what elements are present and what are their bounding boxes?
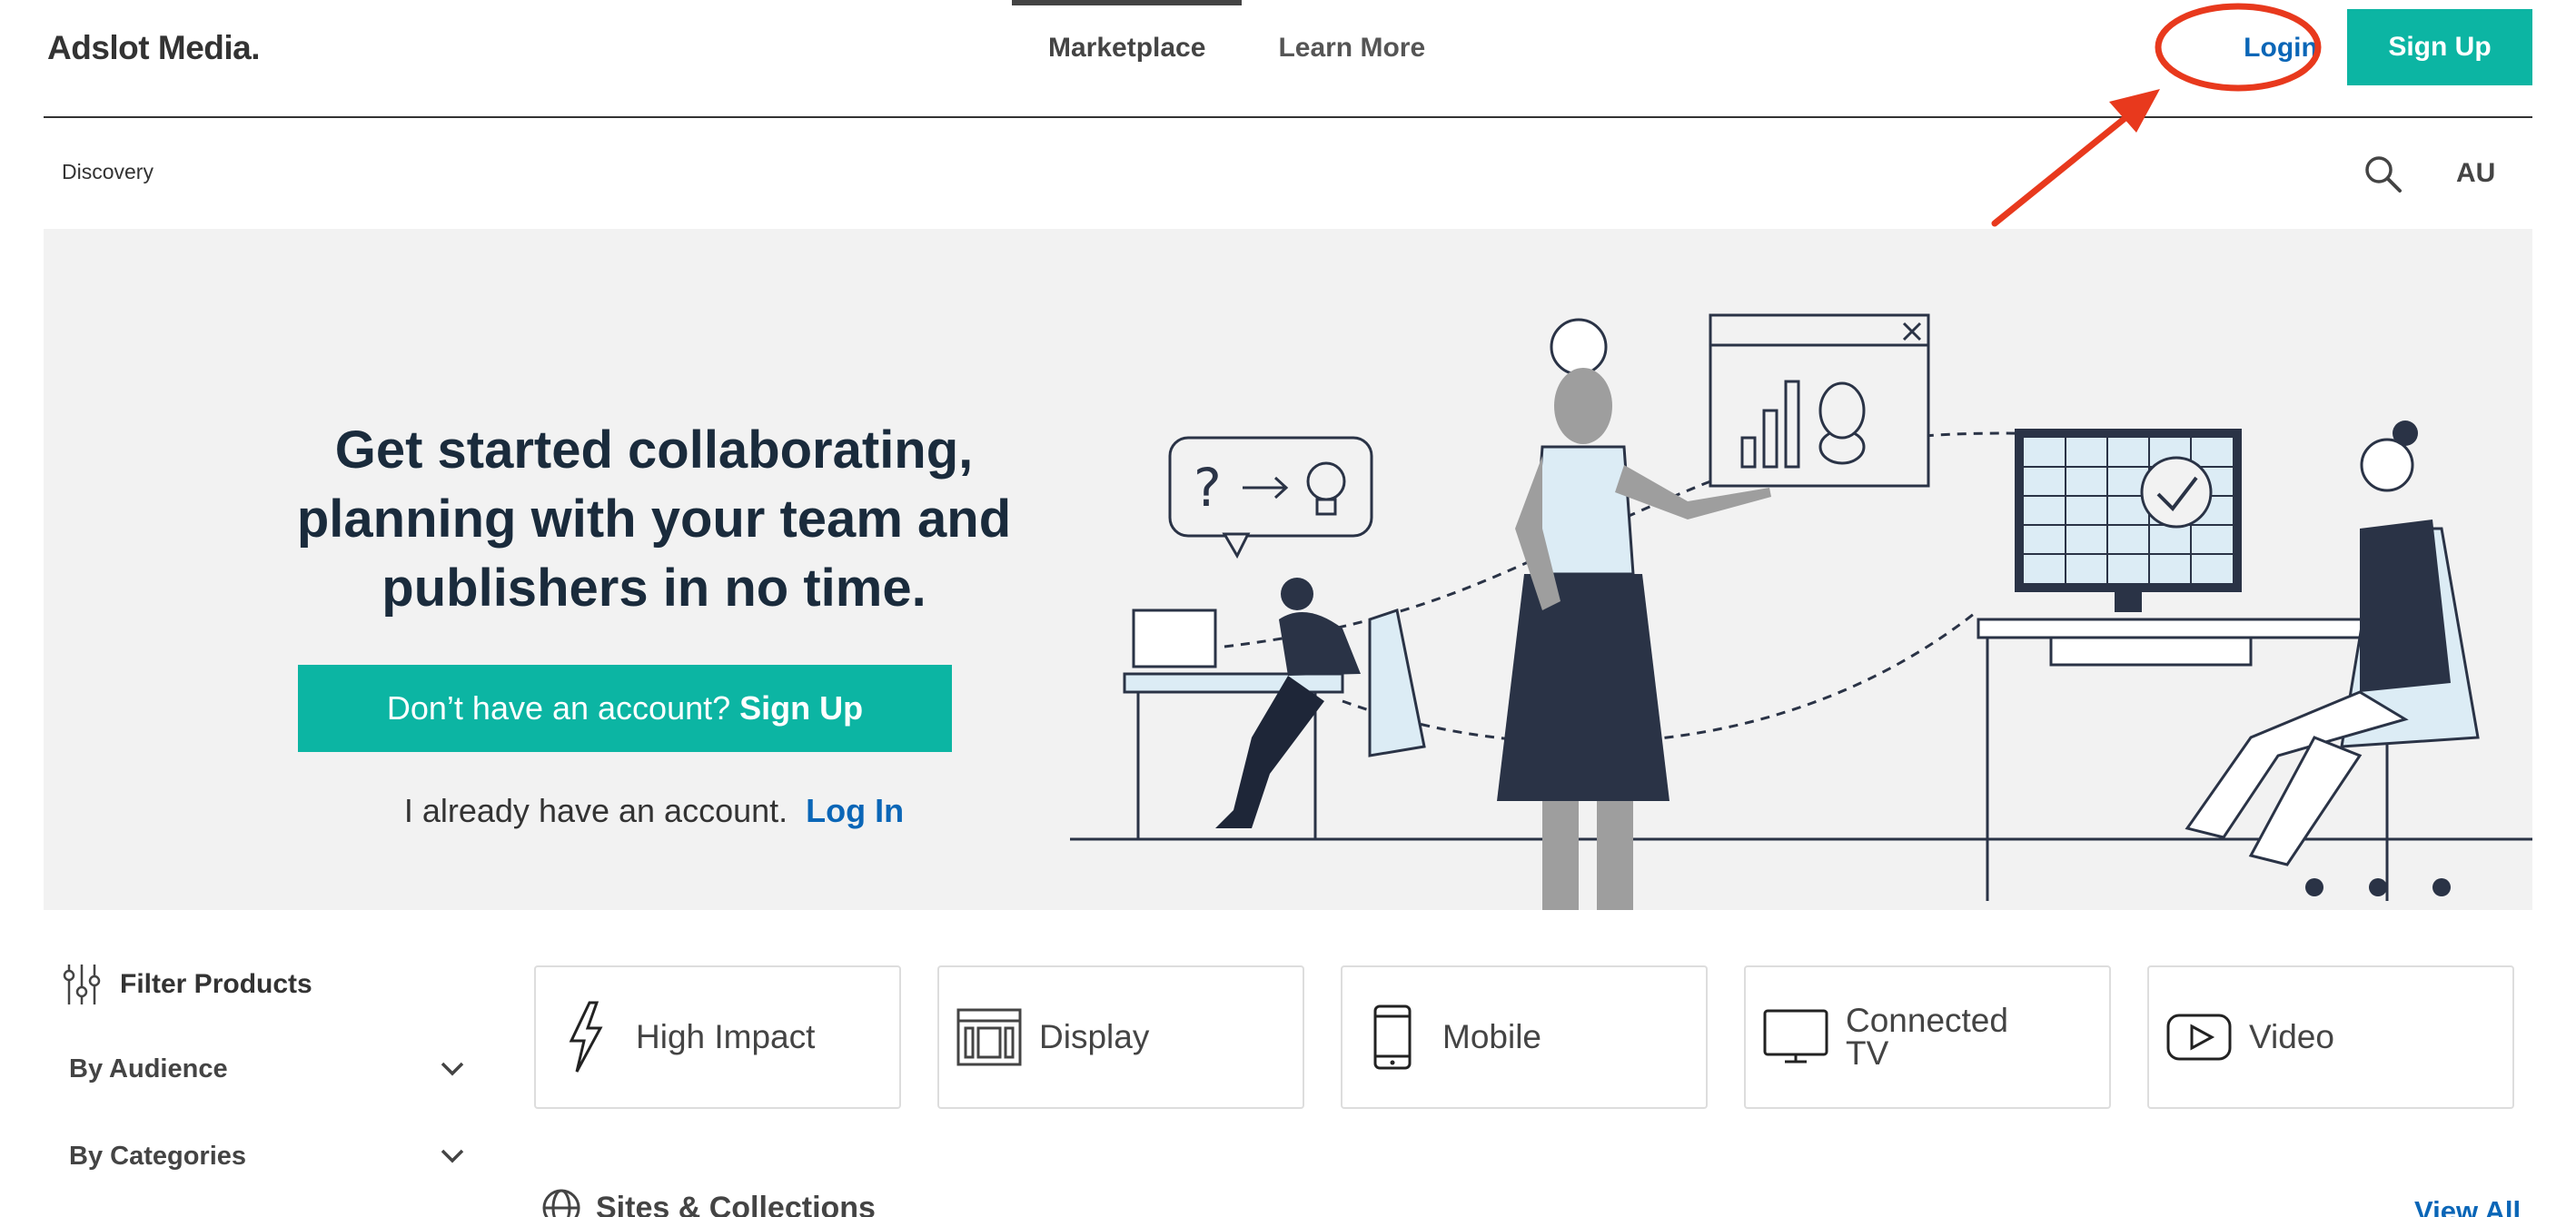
sites-collections-header: Sites & Collections [541,1188,876,1217]
filter-by-audience[interactable]: By Audience [69,1046,465,1092]
nav-learn-more[interactable]: Learn More [1242,0,1461,91]
lightning-icon [536,1001,636,1074]
mobile-phone-icon [1342,1004,1442,1071]
category-card-mobile[interactable]: Mobile [1341,965,1708,1109]
hero-login-link[interactable]: Log In [806,792,904,829]
category-card-high-impact[interactable]: High Impact [534,965,901,1109]
hero-login-line: I already have an account. Log In [245,792,1063,830]
sliders-icon [63,965,101,1004]
hero-login-prefix: I already have an account. [403,792,788,829]
filter-products-header[interactable]: Filter Products [62,963,312,1006]
nav-marketplace[interactable]: Marketplace [1012,0,1243,91]
hero-illustration: ? [1070,313,2532,910]
display-layout-icon [939,1008,1039,1066]
globe-icon [542,1189,580,1217]
category-label: Video [2249,1018,2334,1055]
breadcrumb[interactable]: Discovery [62,160,154,184]
hero-title: Get started collaborating, planning with… [296,421,1012,618]
hero-signup-button[interactable]: Don’t have an account? Sign Up [298,665,952,752]
chevron-down-icon [441,1062,464,1076]
region-selector[interactable]: AU [2456,158,2495,189]
sites-collections-title: Sites & Collections [596,1190,876,1217]
view-all-link[interactable]: View All [2414,1195,2521,1217]
filter-by-categories[interactable]: By Categories [69,1133,465,1179]
play-icon [2149,1014,2249,1061]
main-nav: Marketplace Learn More [1012,0,1461,116]
hero-signup-prefix: Don’t have an account? [386,689,731,727]
search-icon[interactable] [2360,151,2407,198]
category-card-connected-tv[interactable]: Connected TV [1744,965,2111,1109]
category-label: High Impact [636,1018,816,1055]
filter-by-categories-label: By Categories [69,1141,247,1171]
category-label: Mobile [1442,1018,1541,1055]
filter-by-audience-label: By Audience [69,1054,228,1083]
category-card-display[interactable]: Display [937,965,1304,1109]
sub-header: Discovery AU [44,118,2532,229]
category-label: Connected TV [1846,1002,2008,1072]
brand-logo[interactable]: Adslot Media. [47,29,261,67]
svg-text:?: ? [1194,457,1222,519]
chevron-down-icon [441,1149,464,1163]
signup-button[interactable]: Sign Up [2347,9,2532,85]
category-card-video[interactable]: Video [2147,965,2514,1109]
filter-products-title: Filter Products [120,969,312,999]
hero-signup-action: Sign Up [739,689,864,727]
login-link[interactable]: Login [2204,20,2358,76]
top-header: Adslot Media. Marketplace Learn More Log… [44,0,2532,118]
hero-banner: Get started collaborating, planning with… [44,229,2532,910]
tv-icon [1746,1009,1846,1065]
category-label: Display [1039,1018,1150,1055]
